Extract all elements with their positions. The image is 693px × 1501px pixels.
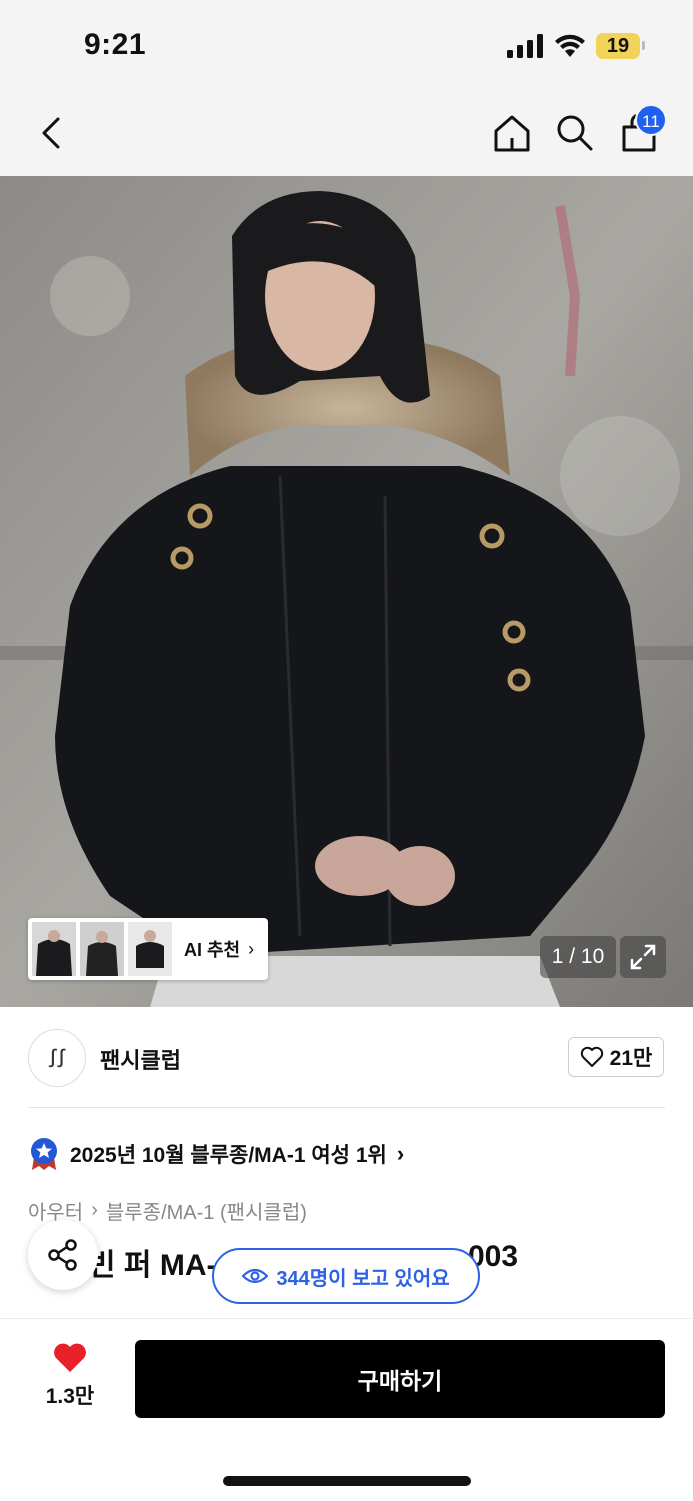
ranking-badge-icon	[31, 1138, 57, 1170]
cart-count-badge: 11	[635, 104, 667, 136]
ranking-link[interactable]: 2025년 10월 블루종/MA-1 여성 1위 ›	[28, 1136, 404, 1172]
top-navbar	[0, 90, 693, 176]
brand-like-count: 21만	[609, 1047, 653, 1070]
ai-thumb-2	[80, 922, 124, 976]
expand-icon	[630, 944, 656, 970]
brand-like-button[interactable]: 21만	[568, 1037, 664, 1077]
share-button[interactable]	[28, 1220, 98, 1290]
product-photo-illustration	[0, 176, 693, 1007]
wishlist-count: 1.3만	[45, 1385, 95, 1408]
wifi-icon	[555, 34, 585, 57]
ai-recommend-chip[interactable]: AI 추천 ›	[28, 918, 268, 980]
battery-indicator: 19	[596, 33, 640, 59]
back-button[interactable]	[26, 90, 76, 176]
buy-button[interactable]: 구매하기	[135, 1340, 665, 1418]
chevron-right-icon: ›	[248, 938, 255, 959]
eye-icon	[242, 1268, 269, 1284]
brand-row: ꭍꭍ 팬시클럽 21만	[0, 1007, 693, 1107]
divider	[28, 1107, 665, 1108]
signal-icon	[507, 34, 543, 58]
back-icon	[42, 117, 60, 149]
home-indicator	[223, 1476, 471, 1486]
brand-logo[interactable]: ꭍꭍ	[28, 1029, 86, 1087]
brand-name[interactable]: 팬시클럽	[100, 1043, 181, 1075]
chevron-right-icon: ›	[91, 1199, 98, 1221]
ai-thumb-1	[32, 922, 76, 976]
breadcrumb-subcategory[interactable]: 블루종/MA-1 (팬시클럽)	[106, 1196, 307, 1225]
expand-button[interactable]	[620, 936, 666, 978]
heart-outline-icon	[580, 1046, 603, 1067]
image-page-counter: 1 / 10	[540, 936, 616, 978]
search-icon	[557, 115, 593, 151]
status-time: 9:21	[84, 28, 147, 61]
search-button[interactable]	[552, 90, 598, 176]
ai-recommend-label: AI 추천	[184, 940, 241, 960]
battery-tip	[642, 41, 645, 50]
home-icon	[494, 115, 530, 152]
chevron-right-icon: ›	[396, 1141, 405, 1166]
ranking-text: 2025년 10월 블루종/MA-1 여성 1위	[70, 1144, 387, 1167]
ai-thumb-3	[128, 922, 172, 976]
status-bar: 9:21 19	[0, 0, 693, 90]
viewers-text: 344명이 보고 있어요	[276, 1267, 450, 1290]
product-image[interactable]	[0, 176, 693, 1007]
wishlist-button[interactable]: 1.3만	[30, 1342, 110, 1412]
home-button[interactable]	[488, 90, 536, 176]
heart-icon	[54, 1343, 86, 1372]
product-title-start: 빈 퍼 MA-	[88, 1249, 217, 1282]
viewers-pill: 344명이 보고 있어요	[212, 1248, 480, 1304]
share-icon	[48, 1239, 77, 1271]
